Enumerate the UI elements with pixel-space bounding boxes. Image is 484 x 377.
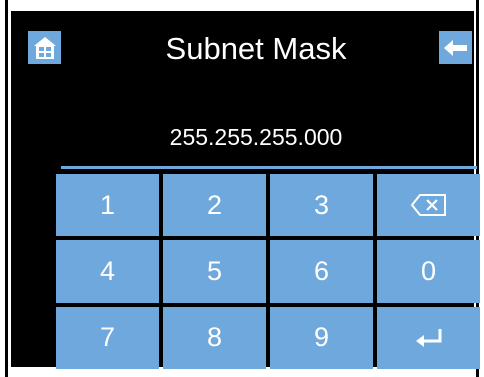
key-3[interactable]: 3 <box>270 174 373 237</box>
key-label: 2 <box>206 189 223 220</box>
home-button[interactable] <box>28 31 61 64</box>
key-9[interactable]: 9 <box>270 306 373 369</box>
key-5[interactable]: 5 <box>163 240 266 303</box>
key-label: 6 <box>313 255 330 286</box>
key-label: 3 <box>313 189 330 220</box>
value-underline <box>61 166 477 169</box>
arrow-left-icon <box>443 39 467 56</box>
backspace-key[interactable] <box>377 174 480 237</box>
key-label: 5 <box>206 255 223 286</box>
enter-key[interactable] <box>377 306 480 369</box>
key-6[interactable]: 6 <box>270 240 373 303</box>
key-2[interactable]: 2 <box>163 174 266 237</box>
key-label: 4 <box>99 255 116 286</box>
key-label: 1 <box>99 189 116 220</box>
home-icon <box>33 36 56 59</box>
backspace-icon <box>410 194 446 217</box>
back-button[interactable] <box>439 31 472 64</box>
key-7[interactable]: 7 <box>56 306 159 369</box>
page-title: Subnet Mask <box>165 31 347 66</box>
device-screen: Subnet Mask 255.255.255.000 1 2 3 4 5 6 … <box>11 11 480 369</box>
subnet-mask-value: 255.255.255.000 <box>169 124 343 150</box>
key-1[interactable]: 1 <box>56 174 159 237</box>
key-4[interactable]: 4 <box>56 240 159 303</box>
key-label: 0 <box>420 255 437 286</box>
key-label: 7 <box>99 322 116 353</box>
frame-left-edge <box>0 0 8 377</box>
key-label: 9 <box>313 322 330 353</box>
enter-icon <box>415 328 441 347</box>
key-label: 8 <box>206 322 223 353</box>
key-0[interactable]: 0 <box>377 240 480 303</box>
numeric-keypad: 1 2 3 4 5 6 0 7 8 9 <box>56 174 480 369</box>
key-8[interactable]: 8 <box>163 306 266 369</box>
